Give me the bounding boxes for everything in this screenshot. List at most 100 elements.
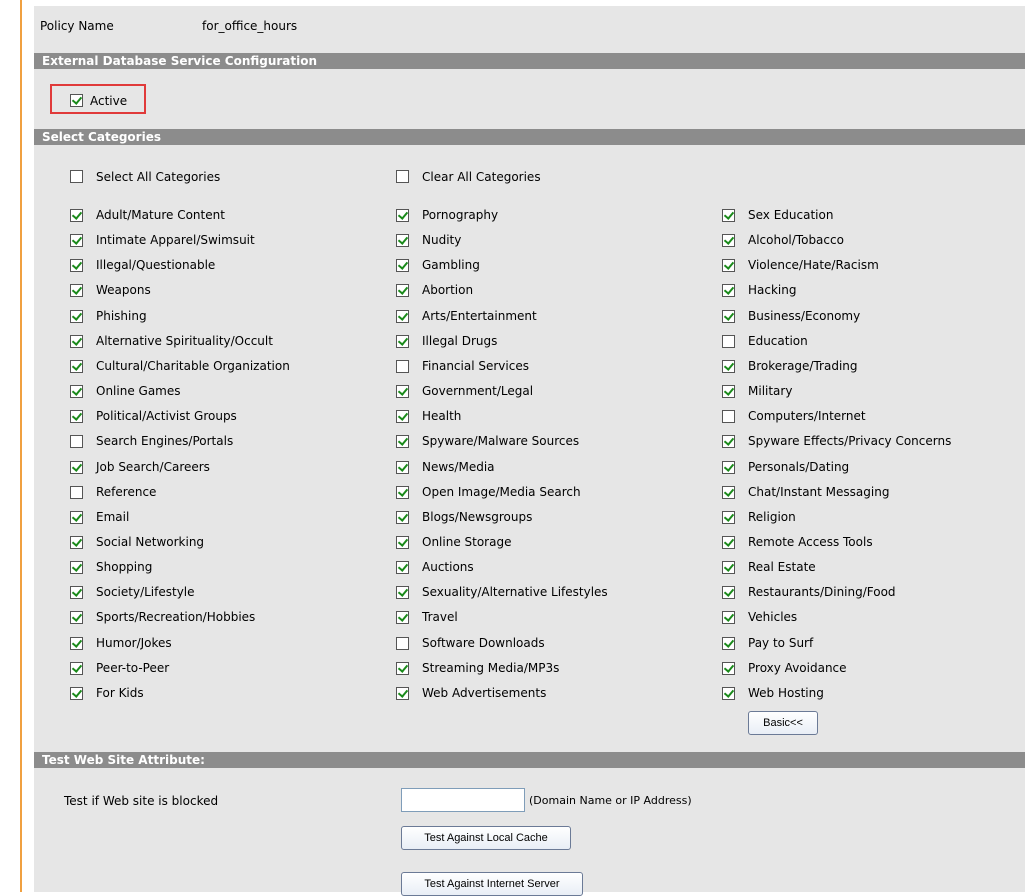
policy-name-label: Policy Name — [40, 19, 114, 33]
test-internet-server-button[interactable]: Test Against Internet Server — [401, 872, 583, 896]
category-checkbox[interactable] — [396, 637, 409, 650]
category-checkbox[interactable] — [722, 511, 735, 524]
category-checkbox[interactable] — [722, 209, 735, 222]
category-checkbox[interactable] — [70, 335, 83, 348]
category-label: Spyware Effects/Privacy Concerns — [748, 434, 952, 448]
category-label: Violence/Hate/Racism — [748, 258, 879, 272]
category-checkbox[interactable] — [396, 561, 409, 574]
category-checkbox[interactable] — [722, 259, 735, 272]
category-label: Gambling — [422, 258, 480, 272]
category-checkbox[interactable] — [70, 662, 83, 675]
clear-all-checkbox[interactable] — [396, 170, 409, 183]
category-checkbox[interactable] — [396, 486, 409, 499]
category-checkbox[interactable] — [396, 234, 409, 247]
category-checkbox[interactable] — [722, 435, 735, 448]
category-checkbox[interactable] — [70, 461, 83, 474]
category-label: Personals/Dating — [748, 460, 850, 474]
category-checkbox[interactable] — [396, 435, 409, 448]
category-checkbox[interactable] — [722, 310, 735, 323]
section-test-site: Test Web Site Attribute: — [34, 752, 1025, 768]
category-label: Sports/Recreation/Hobbies — [96, 610, 256, 624]
category-label: Real Estate — [748, 560, 816, 574]
category-checkbox[interactable] — [70, 310, 83, 323]
category-checkbox[interactable] — [396, 662, 409, 675]
category-checkbox[interactable] — [396, 461, 409, 474]
domain-input[interactable] — [401, 788, 525, 812]
category-label: Proxy Avoidance — [748, 661, 847, 675]
policy-name-value: for_office_hours — [202, 19, 298, 33]
policy-panel: Policy Name for_office_hours External Da… — [34, 6, 1025, 896]
category-label: For Kids — [96, 686, 144, 700]
category-checkbox[interactable] — [396, 536, 409, 549]
category-checkbox[interactable] — [722, 360, 735, 373]
category-checkbox[interactable] — [722, 335, 735, 348]
category-checkbox[interactable] — [722, 687, 735, 700]
left-frame-border — [0, 0, 22, 892]
category-label: Hacking — [748, 283, 797, 297]
category-label: News/Media — [422, 460, 495, 474]
category-checkbox[interactable] — [722, 561, 735, 574]
category-checkbox[interactable] — [70, 536, 83, 549]
category-checkbox[interactable] — [396, 586, 409, 599]
category-checkbox[interactable] — [70, 435, 83, 448]
select-all-label: Select All Categories — [96, 170, 221, 184]
category-checkbox[interactable] — [396, 360, 409, 373]
category-label: Vehicles — [748, 610, 798, 624]
category-checkbox[interactable] — [396, 310, 409, 323]
category-checkbox[interactable] — [722, 586, 735, 599]
category-checkbox[interactable] — [70, 637, 83, 650]
category-checkbox[interactable] — [722, 385, 735, 398]
category-checkbox[interactable] — [722, 637, 735, 650]
category-label: Political/Activist Groups — [96, 409, 237, 423]
category-checkbox[interactable] — [722, 410, 735, 423]
category-checkbox[interactable] — [722, 461, 735, 474]
basic-button[interactable]: Basic<< — [748, 711, 818, 735]
category-label: Streaming Media/MP3s — [422, 661, 560, 675]
category-checkbox[interactable] — [396, 335, 409, 348]
category-checkbox[interactable] — [722, 662, 735, 675]
category-checkbox[interactable] — [70, 586, 83, 599]
select-all-checkbox[interactable] — [70, 170, 83, 183]
category-checkbox[interactable] — [70, 385, 83, 398]
category-checkbox[interactable] — [396, 385, 409, 398]
category-checkbox[interactable] — [70, 209, 83, 222]
category-checkbox[interactable] — [70, 259, 83, 272]
category-label: Web Hosting — [748, 686, 824, 700]
category-checkbox[interactable] — [70, 360, 83, 373]
category-checkbox[interactable] — [70, 611, 83, 624]
category-checkbox[interactable] — [70, 234, 83, 247]
category-checkbox[interactable] — [396, 611, 409, 624]
category-label: Adult/Mature Content — [96, 208, 225, 222]
category-checkbox[interactable] — [722, 234, 735, 247]
category-checkbox[interactable] — [70, 486, 83, 499]
category-label: Nudity — [422, 233, 462, 247]
domain-hint: (Domain Name or IP Address) — [529, 794, 692, 807]
category-checkbox[interactable] — [70, 687, 83, 700]
category-label: Spyware/Malware Sources — [422, 434, 580, 448]
category-checkbox[interactable] — [70, 511, 83, 524]
category-checkbox[interactable] — [396, 209, 409, 222]
category-label: Alternative Spirituality/Occult — [96, 334, 273, 348]
category-checkbox[interactable] — [396, 410, 409, 423]
category-checkbox[interactable] — [722, 536, 735, 549]
category-checkbox[interactable] — [722, 486, 735, 499]
category-label: Arts/Entertainment — [422, 309, 537, 323]
category-checkbox[interactable] — [396, 687, 409, 700]
category-checkbox[interactable] — [70, 284, 83, 297]
test-local-cache-button[interactable]: Test Against Local Cache — [401, 826, 571, 850]
category-label: Web Advertisements — [422, 686, 547, 700]
category-checkbox[interactable] — [396, 284, 409, 297]
category-label: Education — [748, 334, 808, 348]
category-label: Reference — [96, 485, 157, 499]
category-label: Society/Lifestyle — [96, 585, 195, 599]
category-checkbox[interactable] — [722, 284, 735, 297]
active-checkbox[interactable] — [70, 94, 83, 107]
category-checkbox[interactable] — [70, 410, 83, 423]
category-label: Abortion — [422, 283, 474, 297]
category-checkbox[interactable] — [722, 611, 735, 624]
category-checkbox[interactable] — [396, 259, 409, 272]
category-label: Computers/Internet — [748, 409, 866, 423]
category-label: Software Downloads — [422, 636, 545, 650]
category-checkbox[interactable] — [396, 511, 409, 524]
category-checkbox[interactable] — [70, 561, 83, 574]
